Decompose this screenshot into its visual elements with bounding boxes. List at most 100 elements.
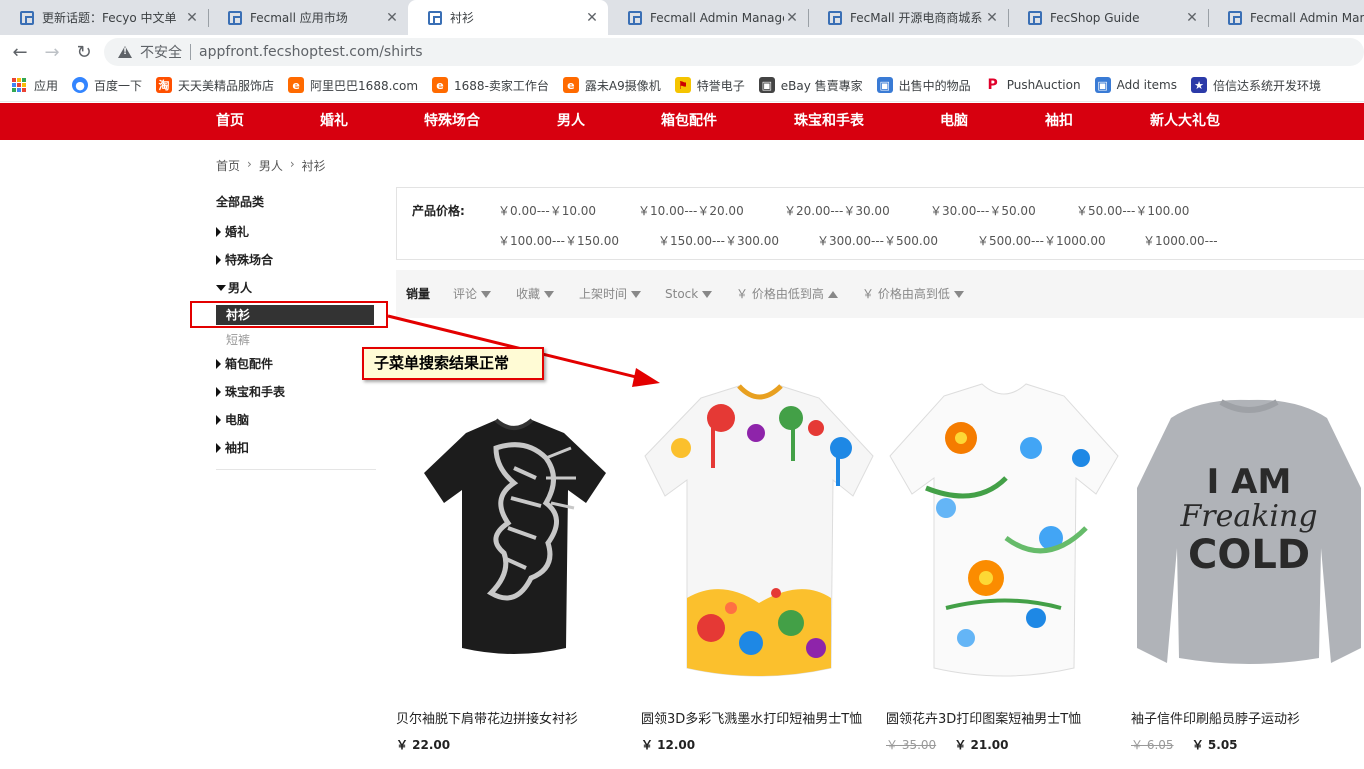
sidebar-item-men[interactable]: 男人 — [216, 279, 252, 296]
close-tab-icon[interactable]: ✕ — [1184, 10, 1200, 26]
nav-item-jewelry[interactable]: 珠宝和手表 — [794, 103, 864, 140]
browser-tab[interactable]: 更新话题：Fecyo 中文单 ✕ — [0, 0, 208, 35]
tab-title: 更新话题：Fecyo 中文单 — [42, 11, 177, 25]
nav-item-wedding[interactable]: 婚礼 — [320, 103, 348, 140]
bookmark-label: 应用 — [34, 78, 59, 93]
product-name[interactable]: 圆领3D多彩飞溅墨水打印短袖男士T恤 — [641, 708, 877, 727]
sort-favorites[interactable]: 收藏 — [516, 270, 555, 318]
product-name[interactable]: 袖子信件印刷船员脖子运动衫 — [1131, 708, 1364, 727]
sort-down-icon — [544, 290, 555, 298]
close-tab-icon[interactable]: ✕ — [984, 10, 1000, 26]
bookmark-baidu[interactable]: ● 百度一下 — [72, 77, 142, 94]
nav-item-home[interactable]: 首页 — [216, 103, 244, 140]
current-price: ￥ 5.05 — [1191, 738, 1238, 752]
price-range-option[interactable]: ￥150.00---￥300.00 — [658, 232, 779, 249]
annotation-highlight-box — [190, 301, 388, 328]
price-range-option[interactable]: ￥10.00---￥20.00 — [638, 202, 744, 219]
address-bar[interactable]: 不安全 appfront.fecshoptest.com/shirts — [104, 38, 1364, 66]
grey-sweatshirt-image: I AM Freaking COLD — [1137, 399, 1361, 664]
sort-price-desc[interactable]: ￥ 价格由高到低 — [862, 270, 964, 318]
sort-bar: 销量 评论 收藏 上架时间 Stock ￥ 价格由低到高 ￥ 价格由高到低 — [396, 270, 1364, 318]
tab-title: 衬衫 — [450, 11, 475, 25]
nav-item-computers[interactable]: 电脑 — [940, 103, 968, 140]
close-tab-icon[interactable]: ✕ — [784, 10, 800, 26]
sort-listing-time[interactable]: 上架时间 — [579, 270, 642, 318]
product-image-grey-sweatshirt[interactable]: I AM Freaking COLD — [1131, 378, 1364, 688]
product-name[interactable]: 圆领花卉3D打印图案短袖男士T恤 — [886, 708, 1122, 727]
product-image-black-lion-tshirt[interactable] — [396, 378, 632, 688]
sidebar-item-bags[interactable]: 箱包配件 — [216, 355, 273, 372]
forward-arrow-icon[interactable]: → — [40, 40, 64, 64]
back-arrow-icon[interactable]: ← — [8, 40, 32, 64]
bookmark-beixinda[interactable]: ★ 倍信达系统开发环境 — [1191, 77, 1321, 94]
browser-tab[interactable]: Fecmall 应用市场 ✕ — [208, 0, 408, 35]
nav-item-bags[interactable]: 箱包配件 — [661, 103, 717, 140]
sort-label: 评论 — [453, 287, 478, 301]
bookmark-apps[interactable]: 应用 — [12, 77, 58, 94]
bookmark-1688[interactable]: e 阿里巴巴1688.com — [288, 77, 418, 94]
sort-reviews[interactable]: 评论 — [453, 270, 492, 318]
tab-title: FecMall 开源电商商城系 — [850, 11, 983, 25]
browser-tab-active[interactable]: 衬衫 ✕ — [408, 0, 608, 35]
product-image-floral-print-tshirt[interactable] — [886, 378, 1122, 688]
sidebar-subitem-shorts[interactable]: 短裤 — [226, 331, 250, 348]
breadcrumb-home[interactable]: 首页 — [216, 157, 240, 174]
price-range-option[interactable]: ￥500.00---￥1000.00 — [977, 232, 1106, 249]
sidebar-item-wedding[interactable]: 婚礼 — [216, 223, 249, 240]
close-tab-icon[interactable]: ✕ — [584, 10, 600, 26]
price-range-option[interactable]: ￥100.00---￥150.00 — [498, 232, 619, 249]
not-secure-warning-icon[interactable] — [118, 46, 132, 58]
security-label[interactable]: 不安全 — [140, 42, 182, 62]
close-tab-icon[interactable]: ✕ — [384, 10, 400, 26]
sort-sales[interactable]: 销量 — [406, 270, 430, 318]
product-card[interactable]: 圆领3D多彩飞溅墨水打印短袖男士T恤 ￥ 12.00 — [641, 378, 877, 752]
nav-item-special-occasion[interactable]: 特殊场合 — [424, 103, 480, 140]
nav-item-men[interactable]: 男人 — [557, 103, 585, 140]
sidebar-item-special-occasion[interactable]: 特殊场合 — [216, 251, 273, 268]
browser-tab[interactable]: Fecmall Admin Manage ✕ — [608, 0, 808, 35]
price-range-option[interactable]: ￥300.00---￥500.00 — [817, 232, 938, 249]
product-card[interactable]: I AM Freaking COLD 袖子信件印刷船员脖子运动衫 ￥ 6.05 … — [1131, 378, 1364, 752]
bookmark-taobao-shop[interactable]: 淘 天天美精品服饰店 — [156, 77, 274, 94]
sidebar-item-jewelry[interactable]: 珠宝和手表 — [216, 383, 285, 400]
nav-item-cufflinks[interactable]: 袖扣 — [1045, 103, 1073, 140]
product-card[interactable]: 圆领花卉3D打印图案短袖男士T恤 ￥ 35.00 ￥ 21.00 — [886, 378, 1122, 752]
bookmark-add-items[interactable]: ▣ Add items — [1094, 77, 1177, 93]
shopping-bag-icon: ▣ — [876, 77, 893, 93]
price-filter: 产品价格: ￥0.00---￥10.00 ￥10.00---￥20.00 ￥20… — [396, 187, 1364, 260]
sort-price-asc[interactable]: ￥ 价格由低到高 — [736, 270, 838, 318]
product-name[interactable]: 贝尔袖脱下肩带花边拼接女衬衫 — [396, 708, 632, 727]
browser-tab[interactable]: Fecmall Admin Mana — [1208, 0, 1364, 35]
nav-item-new-user-gift[interactable]: 新人大礼包 — [1150, 103, 1220, 140]
price-range-option[interactable]: ￥0.00---￥10.00 — [498, 202, 596, 219]
bookmark-label: 阿里巴巴1688.com — [310, 78, 419, 93]
sidebar-item-label: 电脑 — [225, 413, 250, 427]
bookmark-selling-items[interactable]: ▣ 出售中的物品 — [876, 77, 971, 94]
sidebar-item-computers[interactable]: 电脑 — [216, 411, 249, 428]
sweatshirt-print-line3: COLD — [1188, 532, 1310, 578]
product-price: ￥ 12.00 — [641, 736, 695, 753]
caret-right-icon — [216, 226, 221, 237]
bookmark-pushauction[interactable]: P PushAuction — [984, 77, 1081, 93]
yellow-flag-icon: ⚑ — [674, 77, 691, 93]
price-range-option[interactable]: ￥30.00---￥50.00 — [930, 202, 1036, 219]
bookmark-ebay[interactable]: ▣ eBay 售賣專家 — [758, 77, 863, 94]
sort-stock[interactable]: Stock — [665, 270, 713, 318]
bookmark-1688-seller[interactable]: e 1688-卖家工作台 — [432, 77, 549, 94]
bookmark-a9-camera[interactable]: e 露未A9摄像机 — [562, 77, 661, 94]
price-range-option[interactable]: ￥50.00---￥100.00 — [1076, 202, 1189, 219]
url-text[interactable]: appfront.fecshoptest.com/shirts — [199, 44, 423, 60]
browser-tab[interactable]: FecShop Guide ✕ — [1008, 0, 1208, 35]
browser-tab[interactable]: FecMall 开源电商商城系 ✕ — [808, 0, 1008, 35]
price-range-option[interactable]: ￥1000.00--- — [1143, 232, 1218, 249]
close-tab-icon[interactable]: ✕ — [184, 10, 200, 26]
sidebar-item-cufflinks[interactable]: 袖扣 — [216, 439, 249, 456]
breadcrumb: 首页 › 男人 › 衬衫 — [216, 157, 326, 174]
price-range-option[interactable]: ￥20.00---￥30.00 — [784, 202, 890, 219]
breadcrumb-men[interactable]: 男人 — [259, 157, 283, 174]
product-card[interactable]: 贝尔袖脱下肩带花边拼接女衬衫 ￥ 22.00 — [396, 378, 632, 752]
reload-icon[interactable]: ↻ — [72, 40, 96, 64]
tab-title: Fecmall 应用市场 — [250, 11, 348, 25]
product-image-paint-splatter-tshirt[interactable] — [641, 378, 877, 688]
bookmark-teyu[interactable]: ⚑ 特誉电子 — [674, 77, 745, 94]
